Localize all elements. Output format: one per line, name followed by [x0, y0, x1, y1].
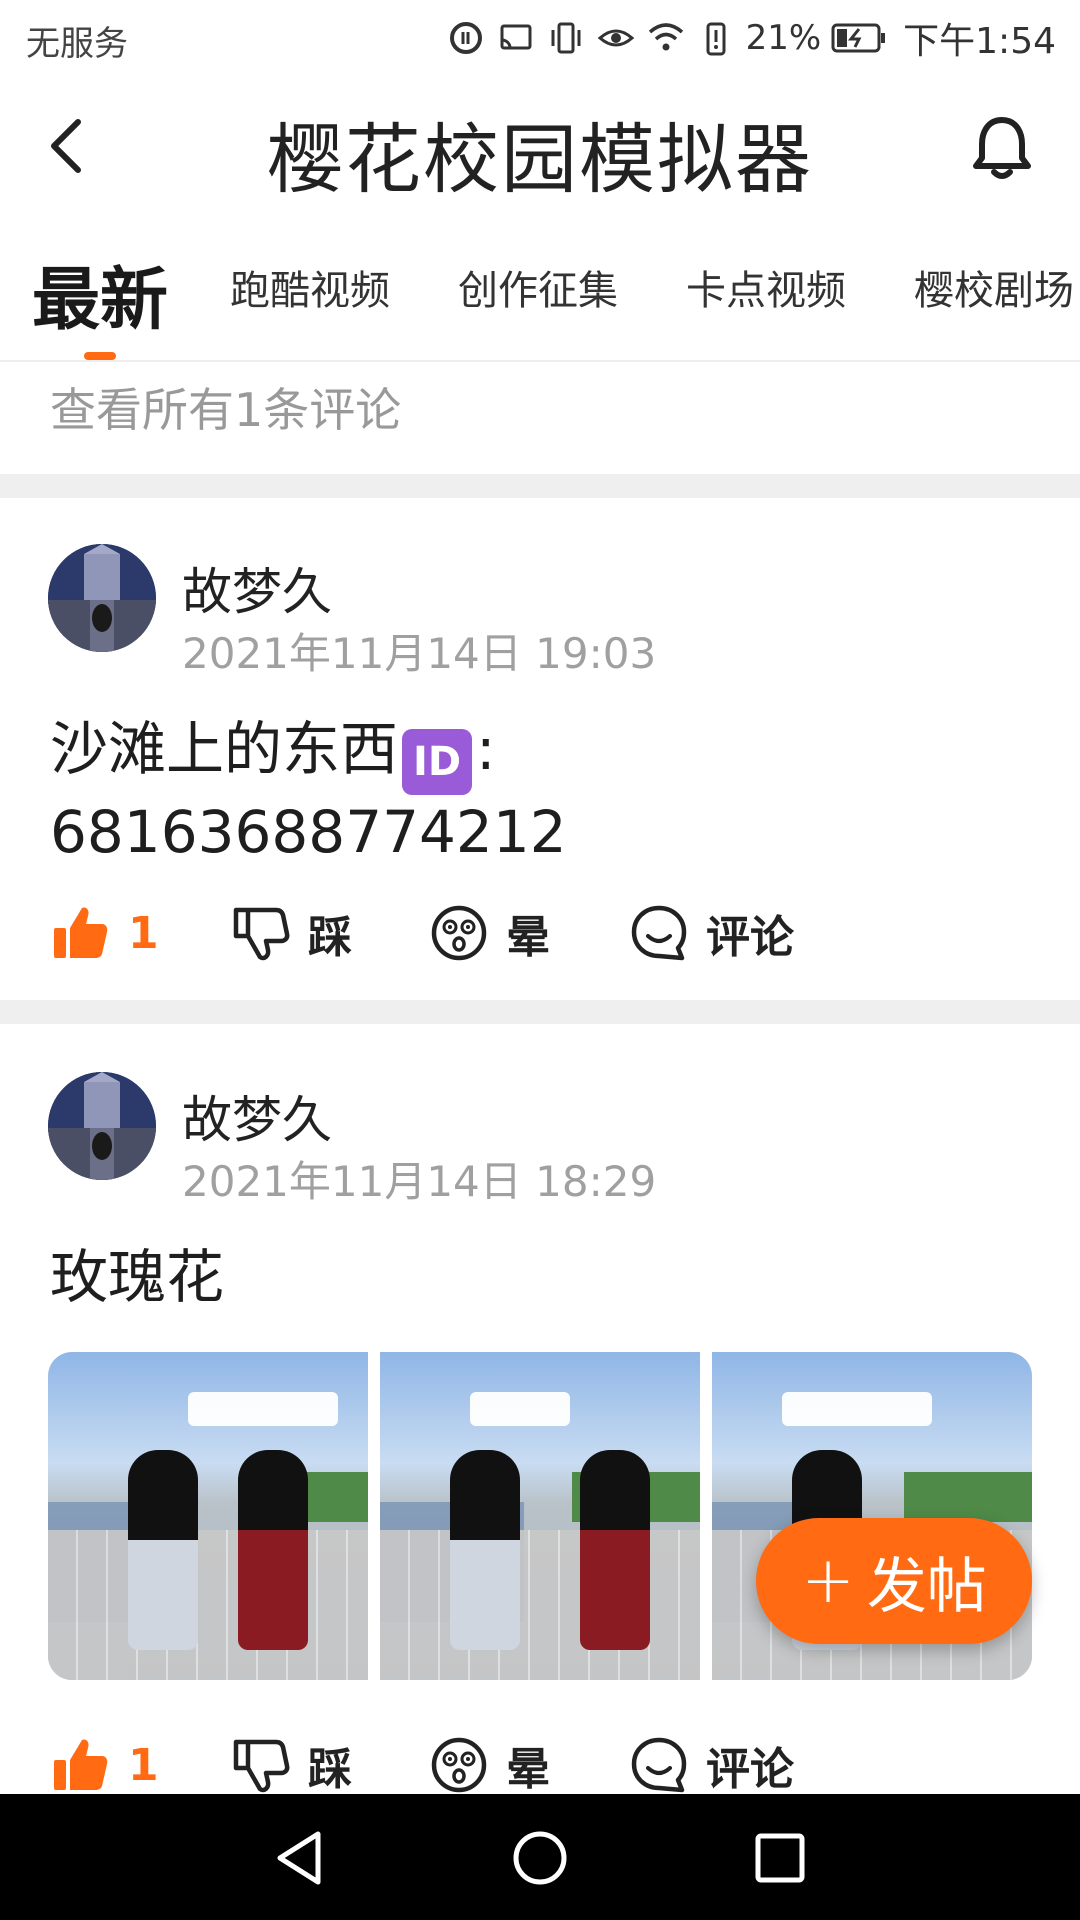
nav-recents-button[interactable]: [742, 1820, 818, 1896]
battery-icon: [831, 23, 886, 53]
post-content: 沙滩上的东西 ID: 68163688774212: [50, 712, 567, 869]
post-image[interactable]: [48, 1352, 368, 1680]
image-speech-bubble: [470, 1392, 570, 1426]
post-content-id-number: 68163688774212: [50, 798, 567, 866]
view-all-comments-link[interactable]: 查看所有1条评论: [50, 374, 401, 440]
tab-latest[interactable]: 最新: [32, 244, 168, 343]
like-count: 1: [128, 907, 159, 959]
nav-back-icon: [277, 1831, 321, 1885]
image-character: [238, 1450, 308, 1650]
dizzy-button[interactable]: 晕: [430, 888, 550, 978]
battery-percent: 21%: [745, 18, 822, 58]
like-button[interactable]: 1: [52, 888, 159, 978]
section-divider: [0, 1000, 1080, 1024]
post-content-colon: :: [476, 715, 496, 783]
post-actions: 1 踩 晕 评论: [0, 888, 1080, 978]
comment-label: 评论: [706, 912, 794, 963]
image-character: [128, 1450, 198, 1650]
post-timestamp: 2021年11月14日 18:29: [182, 1157, 657, 1206]
notifications-button[interactable]: [964, 110, 1040, 186]
dislike-label: 踩: [308, 912, 352, 963]
thumbs-down-icon: [233, 1739, 290, 1793]
nav-back-button[interactable]: [262, 1820, 338, 1896]
vibrate-icon: [551, 22, 581, 54]
image-character: [450, 1450, 520, 1650]
comment-bubble-icon: [631, 1737, 687, 1793]
nav-home-icon: [513, 1831, 567, 1885]
clock: 下午1:54: [903, 21, 1056, 62]
new-post-button[interactable]: + 发帖: [756, 1518, 1032, 1644]
dizzy-label: 晕: [506, 1744, 550, 1795]
section-divider: [0, 474, 1080, 498]
like-count: 1: [128, 1739, 159, 1791]
comment-bubble-icon: [631, 905, 687, 961]
thumbs-up-icon: [54, 1739, 108, 1790]
new-post-label: 发帖: [866, 1551, 987, 1622]
app-header: 樱花校园模拟器: [0, 76, 1080, 216]
post-timestamp: 2021年11月14日 19:03: [182, 629, 657, 678]
dizzy-face-icon: [431, 905, 487, 961]
thumbs-down-icon: [233, 907, 290, 961]
comment-button[interactable]: 评论: [630, 888, 794, 978]
tab-parkour-videos[interactable]: 跑酷视频: [230, 258, 390, 316]
post-image[interactable]: [380, 1352, 700, 1680]
page-title: 樱花校园模拟器: [267, 115, 813, 204]
post-card[interactable]: 故梦久 2021年11月14日 18:29 玫瑰花 1 踩 晕 评论: [0, 1024, 1080, 1795]
avatar[interactable]: [48, 544, 156, 652]
cast-icon: [500, 24, 532, 50]
thumbs-up-icon: [54, 907, 108, 958]
category-tabs: 最新 跑酷视频 创作征集 卡点视频 樱校剧场: [0, 216, 1080, 362]
image-speech-bubble: [188, 1392, 338, 1426]
avatar[interactable]: [48, 1072, 156, 1180]
post-author[interactable]: 故梦久: [182, 552, 332, 624]
dislike-label: 踩: [308, 1744, 352, 1795]
dizzy-face-icon: [431, 1737, 487, 1793]
dizzy-label: 晕: [506, 912, 550, 963]
post-card[interactable]: 故梦久 2021年11月14日 19:03 沙滩上的东西 ID: 68163688…: [0, 498, 1080, 1000]
id-emoji-badge: ID: [402, 729, 473, 795]
bell-icon: [973, 117, 1031, 179]
carrier-label: 无服务: [26, 24, 128, 64]
nav-home-button[interactable]: [502, 1820, 578, 1896]
image-character: [580, 1450, 650, 1650]
image-ground: [380, 1530, 700, 1680]
system-nav-bar: [0, 1794, 1080, 1920]
data-saver-icon: [449, 22, 482, 54]
image-hedge: [904, 1472, 1032, 1522]
dislike-button[interactable]: 踩: [232, 888, 352, 978]
avatar-image: [48, 1072, 156, 1180]
post-content: 玫瑰花: [50, 1243, 225, 1311]
image-speech-bubble: [782, 1392, 932, 1426]
tab-indicator: [84, 352, 116, 360]
post-author[interactable]: 故梦久: [182, 1080, 332, 1152]
nav-recents-icon: [755, 1833, 805, 1883]
tab-creation-contest[interactable]: 创作征集: [458, 258, 618, 316]
post-content-text: 沙滩上的东西: [50, 715, 399, 783]
avatar-image: [48, 544, 156, 652]
status-bar: 无服务 21% 下午1:54: [0, 0, 1080, 76]
wifi-icon: [648, 23, 683, 51]
status-icons: 21% 下午1:54: [446, 14, 1056, 62]
tab-beat-videos[interactable]: 卡点视频: [686, 258, 846, 316]
battery-alert-icon: [706, 22, 726, 56]
comment-label: 评论: [706, 1744, 794, 1795]
plus-icon: +: [801, 1544, 855, 1618]
eye-icon: [597, 29, 634, 47]
tab-school-theater[interactable]: 樱校剧场: [914, 258, 1074, 316]
image-ground: [48, 1530, 368, 1680]
